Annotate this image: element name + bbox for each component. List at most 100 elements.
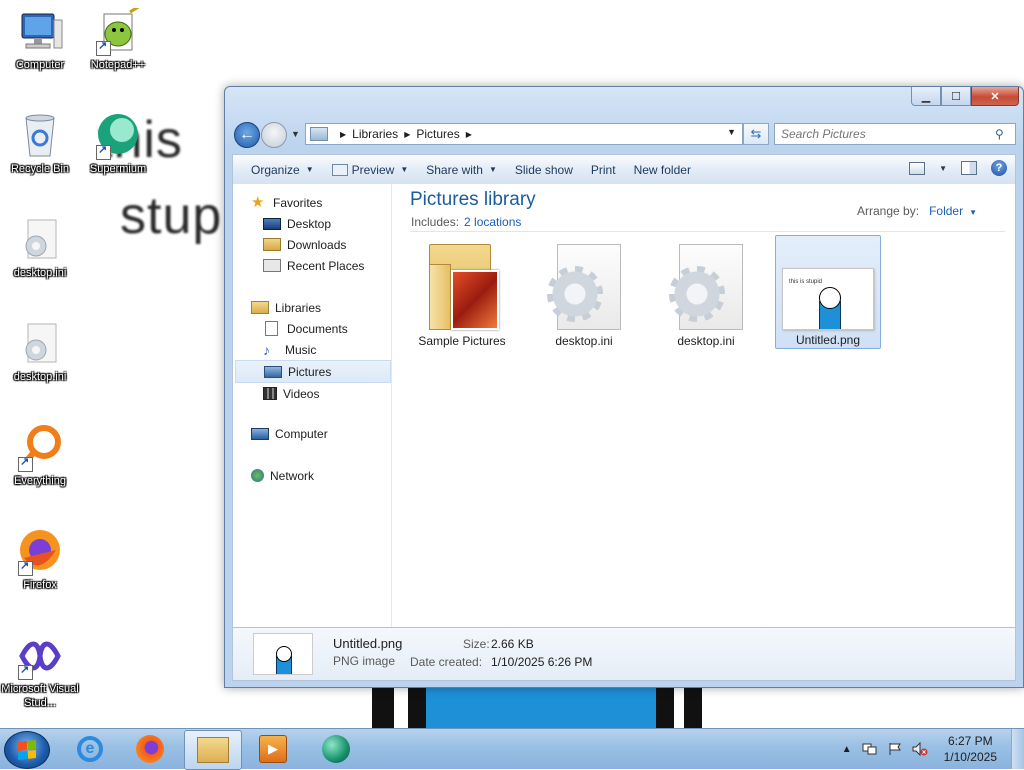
clock-time: 6:27 PM	[947, 734, 993, 748]
nav-pictures[interactable]: Pictures	[235, 360, 391, 383]
change-view-icon[interactable]	[909, 161, 926, 175]
maximize-button[interactable]: ☐	[941, 87, 971, 106]
taskbar-firefox[interactable]	[122, 730, 178, 768]
taskbar-internet-explorer[interactable]: e	[62, 730, 118, 768]
action-center-flag-icon[interactable]	[888, 742, 902, 756]
chevron-down-icon[interactable]: ▼	[969, 208, 977, 217]
desktop-icon-notepad-plus-plus[interactable]: Notepad++	[78, 4, 158, 72]
thumbnail-text: this is stupid	[789, 279, 823, 285]
videos-icon	[263, 387, 277, 400]
nav-desktop[interactable]: Desktop	[233, 213, 391, 234]
help-icon[interactable]: ?	[991, 160, 1007, 176]
firefox-icon	[136, 735, 164, 763]
print-button[interactable]: Print	[591, 163, 616, 177]
file-item-untitled-png[interactable]: this is stupid Untitled.png	[775, 235, 881, 349]
show-desktop-button[interactable]	[1011, 729, 1024, 769]
nav-computer[interactable]: Computer	[233, 423, 391, 444]
nav-documents[interactable]: Documents	[233, 318, 391, 339]
search-icon[interactable]: ⚲	[995, 127, 1011, 141]
network-group: Network	[233, 465, 391, 486]
network-icon[interactable]	[862, 742, 878, 756]
back-button[interactable]: ←	[234, 122, 260, 148]
address-dropdown-icon[interactable]: ▼	[727, 127, 736, 137]
show-hidden-icons-button[interactable]: ▲	[842, 744, 852, 755]
explorer-window[interactable]: ▁ ☐ ✕ ← ▼ ▶ Libraries ▶ Pictures ▶ ▼ ⇆ ⚲…	[224, 86, 1024, 688]
recent-pages-dropdown[interactable]: ▼	[291, 129, 300, 139]
organize-button[interactable]: Organize ▼	[251, 163, 314, 177]
file-item-sample-pictures[interactable]: Sample Pictures	[410, 238, 514, 350]
desktop-icon-supermium[interactable]: Supermium	[78, 112, 158, 176]
details-file-type: PNG image	[333, 654, 396, 668]
nav-libraries[interactable]: Libraries	[233, 297, 391, 318]
address-bar[interactable]: ▶ Libraries ▶ Pictures ▶ ▼	[305, 123, 743, 145]
details-file-name: Untitled.png	[333, 636, 403, 651]
visual-studio-icon	[16, 632, 64, 680]
nav-network[interactable]: Network	[233, 465, 391, 486]
slide-show-button[interactable]: Slide show	[515, 163, 573, 177]
preview-button[interactable]: Preview ▼	[331, 163, 409, 177]
nav-videos[interactable]: Videos	[233, 383, 391, 404]
view-options-dropdown-icon[interactable]: ▼	[939, 164, 947, 173]
breadcrumb-chevron-icon[interactable]: ▶	[340, 130, 346, 139]
chevron-down-icon: ▼	[400, 165, 409, 174]
desktop-icon-desktop-ini-2[interactable]: desktop.ini	[0, 320, 80, 384]
content-pane: Pictures library Includes: 2 locations Ar…	[392, 184, 1015, 627]
minimize-button[interactable]: ▁	[911, 87, 941, 106]
taskbar-media-player[interactable]: ▶	[245, 730, 301, 768]
share-with-button[interactable]: Share with ▼	[426, 163, 497, 177]
desktop-icon-computer[interactable]: Computer	[0, 8, 80, 72]
navigation-pane: ★ Favorites Desktop Downloads Recent Plac…	[233, 184, 392, 627]
nav-favorites[interactable]: ★ Favorites	[233, 192, 391, 213]
clock[interactable]: 6:27 PM 1/10/2025	[944, 733, 997, 765]
details-pane: Untitled.png PNG image Size: 2.66 KB Dat…	[232, 627, 1016, 681]
desktop-icon-everything[interactable]: Everything	[0, 424, 80, 488]
breadcrumb-chevron-icon[interactable]: ▶	[404, 130, 410, 139]
breadcrumb-pictures[interactable]: Pictures	[416, 127, 459, 141]
nav-music[interactable]: ♪ Music	[233, 339, 391, 360]
image-thumbnail: this is stupid	[782, 268, 874, 330]
start-button[interactable]	[4, 731, 50, 769]
clock-date: 1/10/2025	[943, 750, 997, 764]
ini-file-icon	[669, 244, 743, 332]
computer-group: Computer	[233, 423, 391, 444]
shortcut-arrow-icon	[18, 663, 33, 680]
ini-file-icon	[16, 320, 64, 368]
nav-downloads[interactable]: Downloads	[233, 234, 391, 255]
firefox-icon	[16, 528, 64, 576]
desktop-icon-firefox[interactable]: Firefox	[0, 528, 80, 592]
volume-muted-icon[interactable]	[912, 742, 928, 756]
breadcrumb-libraries[interactable]: Libraries	[352, 127, 398, 141]
search-input[interactable]	[775, 126, 995, 142]
desktop-icon-recycle-bin[interactable]: Recycle Bin	[0, 112, 80, 176]
preview-icon	[331, 163, 348, 176]
forward-button[interactable]	[261, 122, 287, 148]
nav-recent-places[interactable]: Recent Places	[233, 255, 391, 276]
close-button[interactable]: ✕	[971, 87, 1019, 106]
supermium-icon	[322, 735, 350, 763]
music-icon: ♪	[263, 341, 270, 358]
breadcrumb-chevron-icon[interactable]: ▶	[466, 130, 472, 139]
desktop-icon-visual-studio[interactable]: Microsoft Visual Stud...	[0, 632, 80, 710]
recycle-bin-icon	[16, 112, 64, 160]
ini-file-icon	[547, 244, 621, 332]
library-includes: Includes: 2 locations	[411, 215, 522, 229]
preview-pane-icon[interactable]	[961, 161, 977, 175]
file-item-desktop-ini-2[interactable]: desktop.ini	[654, 238, 758, 350]
refresh-button[interactable]: ⇆	[743, 123, 769, 145]
folder-icon	[429, 244, 499, 330]
search-box[interactable]: ⚲	[774, 123, 1016, 145]
libraries-group: Libraries Documents ♪ Music Pictures Vide…	[233, 297, 391, 404]
desktop-icon-desktop-ini-1[interactable]: desktop.ini	[0, 216, 80, 280]
caption-buttons: ▁ ☐ ✕	[911, 87, 1019, 107]
media-player-icon: ▶	[259, 735, 287, 763]
arrange-by-dropdown[interactable]: Folder	[929, 204, 963, 218]
arrange-by: Arrange by: Folder ▼	[857, 204, 977, 218]
breadcrumb: ▶ Libraries ▶ Pictures ▶	[334, 127, 478, 141]
taskbar-windows-explorer[interactable]	[184, 730, 242, 770]
taskbar-supermium[interactable]	[308, 730, 364, 768]
new-folder-button[interactable]: New folder	[634, 163, 691, 177]
page-title: Pictures library	[410, 189, 536, 210]
file-item-desktop-ini-1[interactable]: desktop.ini	[532, 238, 636, 350]
shortcut-arrow-icon	[18, 455, 33, 472]
library-locations-link[interactable]: 2 locations	[464, 215, 521, 229]
